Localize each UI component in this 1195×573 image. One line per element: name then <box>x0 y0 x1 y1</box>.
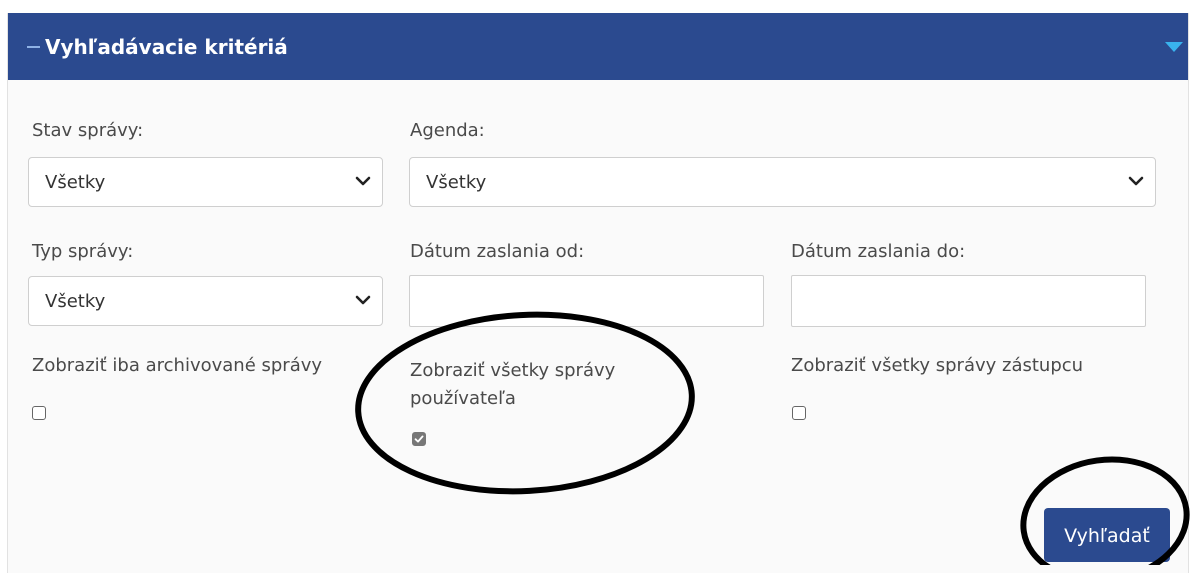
minus-icon[interactable] <box>27 46 40 48</box>
vsetky-pouzivatela-label-line2: používateľa <box>410 388 516 409</box>
agenda-value: Všetky <box>426 172 487 193</box>
agenda-select[interactable]: Všetky <box>409 157 1156 207</box>
typ-spravy-label: Typ správy: <box>32 241 134 262</box>
stav-spravy-label: Stav správy: <box>32 120 144 141</box>
vsetky-zastupcu-label: Zobraziť všetky správy zástupcu <box>791 355 1084 376</box>
typ-spravy-value: Všetky <box>45 291 106 312</box>
chevron-down-icon <box>1128 176 1144 186</box>
datum-od-label: Dátum zaslania od: <box>410 241 585 262</box>
checkmark-icon <box>414 435 424 443</box>
chevron-down-icon[interactable] <box>1165 42 1183 52</box>
datum-do-input[interactable] <box>791 275 1146 327</box>
stav-spravy-value: Všetky <box>45 172 106 193</box>
panel-title: Vyhľadávacie kritériá <box>45 35 288 59</box>
stav-spravy-select[interactable]: Všetky <box>28 157 383 207</box>
vsetky-pouzivatela-checkbox[interactable] <box>412 432 426 446</box>
typ-spravy-select[interactable]: Všetky <box>28 276 383 326</box>
panel-header[interactable]: Vyhľadávacie kritériá <box>8 13 1188 80</box>
search-button[interactable]: Vyhľadať <box>1044 508 1170 562</box>
datum-do-label: Dátum zaslania do: <box>791 241 966 262</box>
archivovane-checkbox[interactable] <box>32 406 46 420</box>
archivovane-label: Zobraziť iba archivované správy <box>32 355 323 376</box>
vsetky-pouzivatela-label-line1: Zobraziť všetky správy <box>410 360 616 381</box>
agenda-label: Agenda: <box>410 120 485 141</box>
vsetky-zastupcu-checkbox[interactable] <box>792 406 806 420</box>
chevron-down-icon <box>355 176 371 186</box>
chevron-down-icon <box>355 295 371 305</box>
datum-od-input[interactable] <box>409 275 764 327</box>
